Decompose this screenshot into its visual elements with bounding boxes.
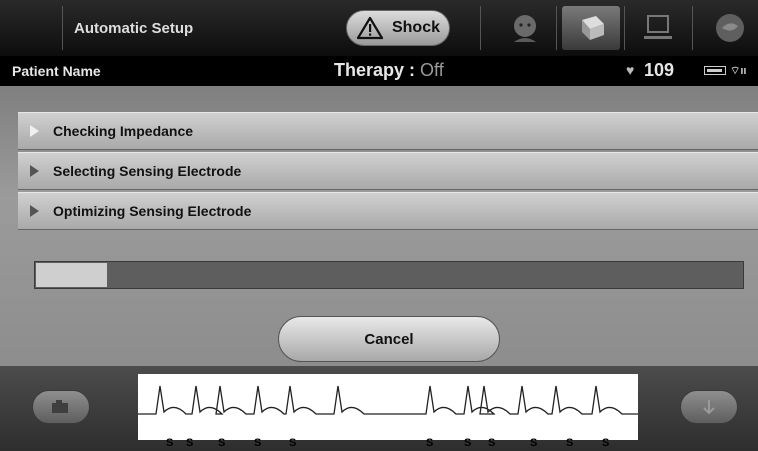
battery-icon (704, 66, 726, 75)
sense-marker: S (254, 437, 262, 449)
step-label: Selecting Sensing Electrode (53, 163, 242, 179)
step-checking-impedance: Checking Impedance (18, 112, 758, 150)
cancel-button[interactable]: Cancel (278, 316, 500, 362)
therapy-label: Therapy : (334, 60, 416, 80)
divider (62, 6, 63, 50)
patient-name: Patient Name (12, 63, 101, 79)
top-bar: Automatic Setup Shock (0, 0, 758, 56)
sense-marker: S (488, 437, 496, 449)
divider (480, 6, 481, 50)
divider (556, 6, 557, 50)
divider (692, 6, 693, 50)
scroll-down-button[interactable] (680, 390, 738, 424)
sense-marker: S (566, 437, 574, 449)
progress-fill (36, 263, 107, 287)
ecg-strip (138, 374, 638, 440)
telemetry-signal-icon: ⌔ıı (730, 65, 747, 77)
ecg-area (0, 366, 758, 451)
sense-marker: S (166, 437, 174, 449)
setup-progress-bar (34, 261, 744, 289)
therapy-status: Therapy : Off (334, 60, 444, 81)
capture-button[interactable] (32, 390, 90, 424)
cancel-label: Cancel (364, 330, 414, 348)
step-optimizing-sensing-electrode: Optimizing Sensing Electrode (18, 192, 758, 230)
arrow-down-icon (703, 400, 715, 415)
sense-marker: S (426, 437, 434, 449)
step-selecting-sensing-electrode: Selecting Sensing Electrode (18, 152, 758, 190)
shock-label: Shock (391, 19, 440, 36)
hand-icon[interactable] (700, 6, 758, 50)
monitor-icon[interactable] (630, 6, 688, 50)
ecg-trace (138, 385, 638, 415)
heart-icon: ♥ (626, 62, 635, 78)
play-triangle-icon (30, 125, 39, 137)
play-triangle-icon (30, 205, 39, 217)
patient-icon[interactable] (496, 6, 554, 50)
programmer-icon[interactable] (562, 6, 620, 50)
divider (624, 6, 625, 50)
sense-marker: S (289, 437, 297, 449)
step-label: Optimizing Sensing Electrode (53, 203, 252, 219)
warning-icon (356, 16, 384, 40)
sense-marker: S (186, 437, 194, 449)
camera-icon (52, 400, 68, 413)
shock-button[interactable]: Shock (346, 10, 450, 46)
status-bar: Patient Name Therapy : Off ♥ 109 ⌔ıı (0, 56, 758, 86)
sense-marker: S (530, 437, 538, 449)
screen-title: Automatic Setup (74, 20, 194, 37)
sense-marker: S (218, 437, 226, 449)
heart-rate: 109 (644, 60, 675, 80)
step-label: Checking Impedance (53, 123, 194, 139)
therapy-value: Off (420, 60, 444, 80)
sense-marker: S (602, 437, 610, 449)
play-triangle-icon (30, 165, 39, 177)
sense-marker: S (464, 437, 472, 449)
